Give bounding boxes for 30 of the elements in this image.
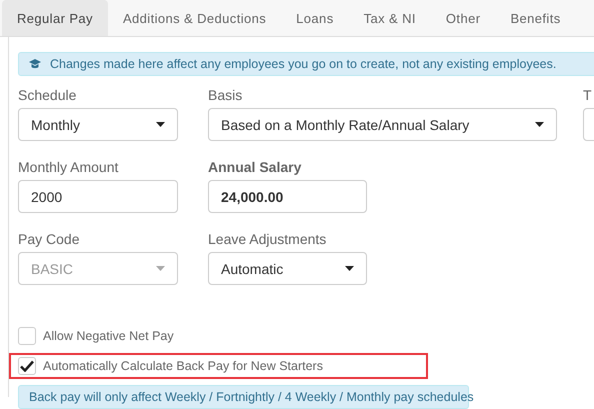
checkbox-label: Allow Negative Net Pay [43, 329, 174, 343]
tab[interactable]: Regular Pay [2, 0, 108, 36]
input-field[interactable]: 24,000.00 [208, 180, 367, 213]
field-label: Basis [208, 87, 244, 103]
field-label: Annual Salary [208, 159, 302, 175]
info-message: Back pay will only affect Weekly / Fortnightly / 4 Weekly / Monthly pay schedules [29, 390, 474, 404]
tab[interactable]: Loans [281, 0, 349, 36]
dropdown[interactable]: Automatic [208, 252, 367, 285]
checkbox[interactable] [18, 327, 36, 345]
check-icon [20, 360, 34, 372]
tab[interactable]: Benefits [495, 0, 576, 36]
dropdown[interactable]: Based on a Monthly Rate/Annual Salary [208, 108, 557, 141]
field-label: Schedule [18, 87, 78, 103]
tab[interactable]: Additions & Deductions [108, 0, 282, 36]
graduation-cap-icon [29, 59, 41, 69]
field-label: Monthly Amount [18, 159, 120, 175]
dropdown[interactable]: Monthly [18, 108, 178, 141]
tab[interactable]: Tax & NI [348, 0, 431, 36]
field-label: T [583, 87, 593, 103]
field-label: Leave Adjustments [208, 231, 328, 247]
caret-icon [535, 122, 544, 127]
caret-icon [345, 266, 354, 271]
checkbox[interactable] [18, 357, 36, 375]
caret-icon [156, 266, 165, 271]
info-message: Changes made here affect any employees you go on to create, not any existing employees. [50, 57, 556, 71]
input-field[interactable]: 2000 [18, 180, 178, 213]
caret-icon [156, 122, 165, 127]
field-label: Pay Code [18, 231, 80, 247]
tab[interactable]: Other [430, 0, 496, 36]
checkbox-label: Automatically Calculate Back Pay for New Starters [43, 359, 323, 373]
